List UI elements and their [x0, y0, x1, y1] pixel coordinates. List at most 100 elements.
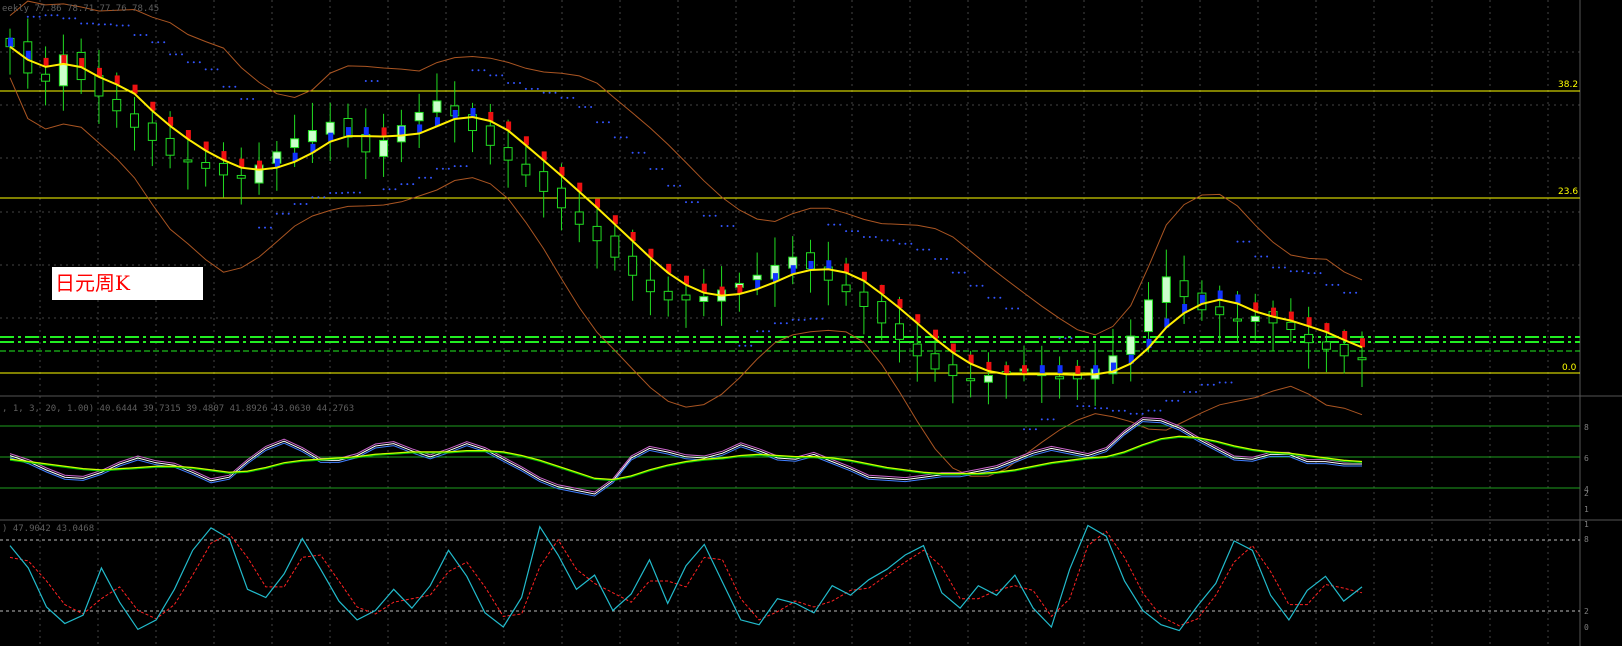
- psar-dot: [981, 284, 984, 287]
- psar-dot: [56, 14, 59, 17]
- psar-dot: [483, 69, 486, 72]
- psar-dot: [833, 223, 836, 226]
- psar-dot: [1343, 291, 1346, 294]
- candle-body: [841, 284, 851, 293]
- psar-dot: [1005, 307, 1008, 310]
- psar-dot: [839, 223, 842, 226]
- psar-dot: [667, 184, 670, 187]
- psar-dot: [922, 248, 925, 251]
- psar-dot: [80, 22, 83, 25]
- fib-level-label-38-2: 38.2: [1558, 80, 1578, 90]
- price-panel-header: eekly 77.86 78.71 77.76 78.45: [2, 4, 159, 14]
- psar-dot: [406, 183, 409, 186]
- psar-dot: [1307, 272, 1310, 275]
- psar-dot: [560, 96, 563, 99]
- psar-dot: [127, 24, 130, 27]
- psar-dot: [803, 318, 806, 321]
- candle-body: [1055, 376, 1065, 380]
- candle-body: [556, 187, 566, 209]
- candle-body: [983, 375, 993, 383]
- psar-dot: [862, 236, 865, 238]
- psar-dot: [157, 41, 160, 44]
- psar-dot: [1278, 266, 1280, 269]
- chart-title-label: 日元周K: [52, 267, 203, 300]
- psar-dot: [934, 258, 937, 260]
- psar-dot: [892, 239, 895, 242]
- psar-dot: [347, 191, 349, 194]
- psar-dot: [1212, 383, 1215, 386]
- psar-dot: [186, 61, 189, 64]
- candle-body: [1232, 318, 1242, 322]
- psar-dot: [714, 214, 717, 217]
- candle-body: [1304, 333, 1314, 344]
- heiken-ashi-bar: [61, 54, 67, 64]
- psar-dot: [975, 284, 978, 287]
- psar-dot: [222, 85, 225, 88]
- psar-dot: [1034, 428, 1037, 431]
- psar-dot: [252, 98, 255, 100]
- psar-dot: [240, 98, 243, 100]
- psar-dot: [97, 23, 100, 26]
- psar-dot: [281, 212, 284, 215]
- candle-body: [236, 174, 246, 179]
- psar-dot: [92, 22, 94, 25]
- psar-dot: [275, 212, 278, 215]
- heiken-ashi-bar: [399, 126, 405, 136]
- oscillator-panel-header: ) 47.9042 43.0468: [2, 524, 94, 534]
- candle-body: [574, 211, 584, 225]
- psar-dot: [797, 318, 800, 321]
- psar-dot: [388, 188, 391, 191]
- psar-dot: [335, 192, 338, 194]
- psar-dot: [192, 61, 195, 64]
- heiken-ashi-bar: [1004, 365, 1010, 375]
- psar-dot: [572, 96, 575, 99]
- candle-body: [521, 163, 531, 176]
- psar-dot: [637, 151, 640, 154]
- psar-dot: [957, 271, 960, 274]
- psar-dot: [418, 176, 421, 179]
- psar-dot: [305, 203, 308, 205]
- psar-dot: [1183, 391, 1186, 393]
- psar-dot: [1254, 255, 1257, 258]
- psar-dot: [1129, 412, 1132, 415]
- psar-dot: [453, 165, 456, 168]
- psar-dot: [708, 214, 711, 217]
- psar-dot: [999, 296, 1002, 299]
- heiken-ashi-bar: [1217, 290, 1223, 300]
- psar-dot: [1165, 399, 1168, 402]
- heiken-ashi-bar: [826, 260, 832, 270]
- stoch-level-tick: 1: [1584, 505, 1589, 514]
- psar-dot: [145, 34, 148, 36]
- heiken-ashi-bar: [470, 108, 476, 118]
- heiken-ashi-bar: [808, 260, 814, 270]
- psar-dot: [1159, 409, 1162, 412]
- psar-dot: [1076, 405, 1079, 408]
- candle-body: [432, 100, 442, 113]
- psar-dot: [86, 22, 89, 25]
- psar-dot: [1313, 272, 1316, 275]
- psar-dot: [38, 15, 41, 18]
- fib-level-label-23-6: 23.6: [1558, 187, 1578, 197]
- psar-dot: [874, 236, 877, 238]
- psar-dot: [121, 24, 124, 27]
- heiken-ashi-bar: [719, 286, 725, 296]
- heiken-ashi-bar: [8, 37, 13, 47]
- psar-dot: [590, 106, 593, 108]
- psar-dot: [1218, 381, 1221, 384]
- psar-dot: [1236, 240, 1239, 243]
- fib-level-label-0-0: 0.0: [1562, 363, 1577, 373]
- psar-dot: [542, 91, 545, 94]
- candle-body: [290, 138, 300, 149]
- psar-dot: [1028, 428, 1031, 431]
- psar-dot: [696, 201, 699, 204]
- psar-dot: [465, 165, 468, 168]
- heiken-ashi-bar: [79, 58, 85, 68]
- candle-body: [1215, 306, 1225, 316]
- candle-body: [1286, 321, 1296, 331]
- candle-body: [752, 274, 762, 281]
- psar-dot: [109, 23, 112, 26]
- psar-dot: [643, 151, 646, 154]
- psar-dot: [459, 165, 462, 168]
- stoch-level-tick: 8: [1584, 423, 1589, 432]
- psar-dot: [945, 258, 948, 260]
